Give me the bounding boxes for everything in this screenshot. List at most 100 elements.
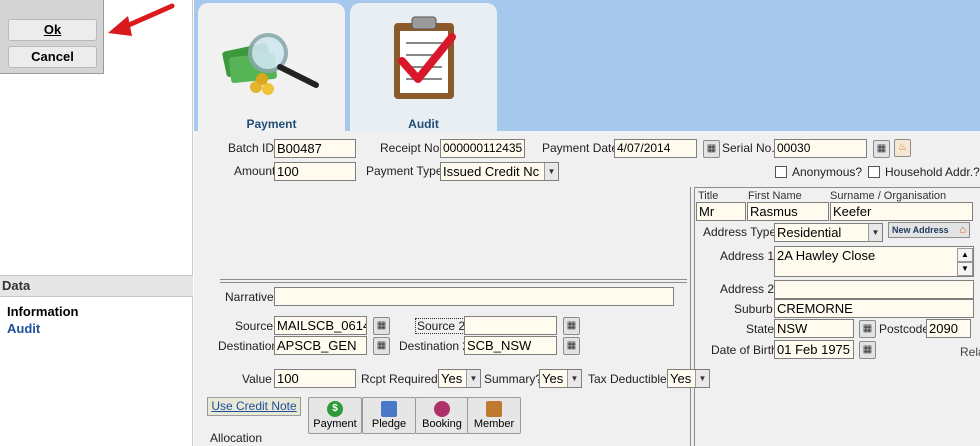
dollar-icon: $ [327, 401, 343, 417]
new-address-button[interactable]: New Address ⌂ [888, 222, 970, 238]
anonymous-label: Anonymous? [792, 165, 863, 179]
address-type-select[interactable]: Residential ▼ [774, 223, 883, 242]
rcpt-required-label: Rcpt Required? [361, 372, 445, 386]
summary-value: Yes [542, 371, 564, 386]
serial-no-field[interactable]: 00030 [774, 139, 867, 158]
rcpt-required-value: Yes [441, 371, 463, 386]
title-column-header: Title [698, 190, 719, 202]
tax-deductible-select[interactable]: Yes ▼ [667, 369, 710, 388]
address-type-value: Residential [777, 225, 842, 240]
payment-button-label: Payment [313, 418, 357, 430]
divider [220, 282, 687, 283]
tab-payment[interactable]: Payment [198, 3, 345, 131]
surname-field[interactable]: Keefer [830, 202, 973, 221]
payment-date-field[interactable]: 4/07/2014 [614, 139, 697, 158]
destination2-field[interactable]: SCB_NSW [464, 336, 557, 355]
summary-select[interactable]: Yes ▼ [539, 369, 582, 388]
destination2-lookup-icon[interactable]: ▦ [563, 337, 580, 355]
sidebar-item-information[interactable]: Information [7, 304, 79, 319]
booking-button[interactable]: Booking [415, 397, 469, 434]
postcode-label: Postcode [879, 322, 930, 336]
cancel-button[interactable]: Cancel [8, 46, 97, 68]
pledge-icon [381, 401, 397, 417]
first-name-column-header: First Name [748, 190, 802, 202]
money-magnifier-icon [222, 33, 319, 95]
member-icon [486, 401, 502, 417]
address2-field[interactable] [774, 280, 974, 299]
tab-audit-label: Audit [408, 117, 439, 131]
value-field[interactable]: 100 [274, 369, 356, 388]
suburb-label: Suburb [734, 302, 773, 316]
booking-button-label: Booking [422, 418, 462, 430]
destination-lookup-icon[interactable]: ▦ [373, 337, 390, 355]
ok-label: Ok [43, 22, 62, 37]
flame-icon[interactable]: ♨ [894, 139, 911, 157]
address-type-label: Address Type [703, 225, 777, 239]
amount-label: Amount [234, 164, 276, 178]
address2-label: Address 2 [720, 282, 775, 296]
dob-label: Date of Birth [711, 343, 778, 357]
dob-field[interactable]: 01 Feb 1975 [774, 340, 854, 359]
household-checkbox[interactable] [868, 166, 880, 178]
narrative-label: Narrative [225, 290, 274, 304]
title-field[interactable]: Mr [696, 202, 746, 221]
state-lookup-icon[interactable]: ▦ [859, 320, 876, 338]
receipt-no-field[interactable]: 000000112435 [440, 139, 525, 158]
amount-field[interactable]: 100 [274, 162, 356, 181]
chevron-down-icon: ▼ [544, 163, 558, 180]
ok-button[interactable]: Ok [8, 19, 97, 41]
tab-payment-label: Payment [246, 117, 297, 131]
scroll-down-icon[interactable]: ▼ [957, 262, 973, 276]
surname-column-header: Surname / Organisation [830, 190, 947, 202]
relationship-label-partial: Rela [960, 345, 980, 359]
member-button[interactable]: Member [467, 397, 521, 434]
chevron-down-icon: ▼ [466, 370, 480, 387]
source2-field[interactable] [464, 316, 557, 335]
sidebar-item-audit[interactable]: Audit [7, 321, 40, 336]
household-label: Household Addr.? [885, 165, 980, 179]
postcode-field[interactable]: 2090 [926, 319, 971, 338]
pledge-button[interactable]: Pledge [362, 397, 416, 434]
red-arrow-icon [108, 3, 175, 36]
allocation-label: Allocation [210, 431, 263, 445]
rcpt-required-select[interactable]: Yes ▼ [438, 369, 481, 388]
tab-audit[interactable]: Audit [350, 3, 497, 131]
serial-lookup-icon[interactable]: ▦ [873, 140, 890, 158]
payment-type-select[interactable]: Issued Credit Nc ▼ [440, 162, 559, 181]
receipt-no-label: Receipt No. [380, 141, 443, 155]
source2-label: Source 2 [415, 318, 468, 334]
destination-label: Destination [218, 339, 279, 353]
source-label: Source [235, 319, 274, 333]
state-field[interactable]: NSW [774, 319, 854, 338]
destination-field[interactable]: APSCB_GEN [274, 336, 367, 355]
address1-label: Address 1 [720, 249, 775, 263]
batch-id-field[interactable]: B00487 [274, 139, 356, 158]
address1-field[interactable]: 2A Hawley Close [774, 246, 974, 277]
serial-no-label: Serial No. [722, 141, 775, 155]
use-credit-note-button[interactable]: Use Credit Note [207, 397, 301, 416]
cancel-label: Cancel [31, 49, 74, 64]
data-section-header: Data [0, 275, 193, 297]
source2-lookup-icon[interactable]: ▦ [563, 317, 580, 335]
destination2-label: Destination 2 [399, 339, 470, 353]
source-field[interactable]: MAILSCB_0614 [274, 316, 367, 335]
chevron-down-icon: ▼ [567, 370, 581, 387]
payment-date-label: Payment Date [542, 141, 619, 155]
scroll-up-icon[interactable]: ▲ [957, 248, 973, 262]
suburb-field[interactable]: CREMORNE [774, 299, 974, 318]
member-button-label: Member [473, 418, 515, 430]
booking-icon [434, 401, 450, 417]
chevron-down-icon: ▼ [868, 224, 882, 241]
payment-date-calendar-icon[interactable]: ▦ [703, 140, 720, 158]
divider [220, 279, 687, 280]
tax-deductible-value: Yes [670, 371, 692, 386]
payment-button[interactable]: $ Payment [308, 397, 362, 434]
first-name-field[interactable]: Rasmus [747, 202, 829, 221]
dob-calendar-icon[interactable]: ▦ [859, 341, 876, 359]
summary-label: Summary? [484, 372, 543, 386]
clipboard-check-icon [394, 16, 456, 99]
narrative-field[interactable] [274, 287, 674, 306]
source-lookup-icon[interactable]: ▦ [373, 317, 390, 335]
dialog-button-box: Ok Cancel [0, 0, 104, 74]
anonymous-checkbox[interactable] [775, 166, 787, 178]
